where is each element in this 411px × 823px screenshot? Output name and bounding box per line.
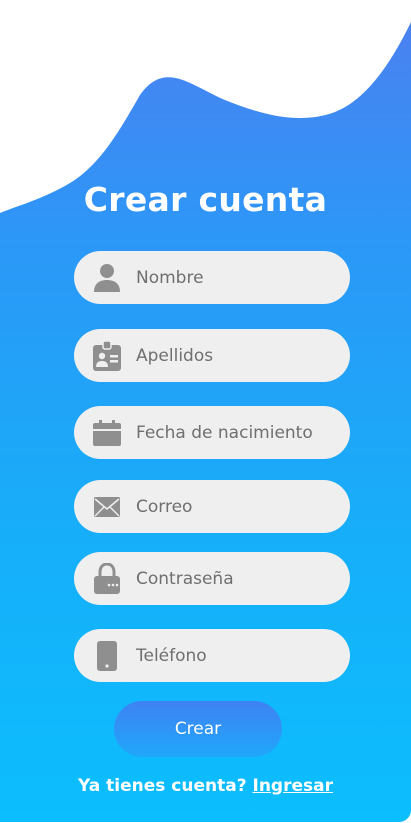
person-icon bbox=[92, 262, 122, 294]
telefono-field[interactable] bbox=[74, 629, 350, 682]
calendar-icon bbox=[92, 417, 122, 449]
login-prompt-text: Ya tienes cuenta? bbox=[78, 776, 247, 796]
register-screen: Crear cuenta Nombre Apellidos Fecha de n… bbox=[0, 0, 411, 823]
page-title: Crear cuenta bbox=[83, 180, 328, 219]
correo-field[interactable] bbox=[74, 480, 350, 533]
phone-icon bbox=[92, 640, 122, 672]
nombre-field[interactable] bbox=[74, 251, 350, 304]
crear-button[interactable]: Crear bbox=[114, 701, 282, 757]
nombre-input[interactable] bbox=[136, 251, 336, 304]
contrasena-field[interactable] bbox=[74, 552, 350, 605]
contrasena-input[interactable] bbox=[136, 552, 336, 605]
telefono-input[interactable] bbox=[136, 629, 336, 682]
form-card: Crear cuenta Nombre Apellidos Fecha de n… bbox=[0, 0, 411, 822]
apellidos-input[interactable] bbox=[136, 329, 336, 382]
fecha-nacimiento-input[interactable] bbox=[136, 406, 336, 459]
correo-input[interactable] bbox=[136, 480, 336, 533]
id-badge-icon bbox=[92, 339, 122, 372]
envelope-icon bbox=[92, 491, 122, 523]
lock-icon bbox=[92, 562, 122, 595]
login-prompt: Ya tienes cuenta? Ingresar bbox=[0, 776, 411, 796]
apellidos-field[interactable] bbox=[74, 329, 350, 382]
ingresar-link[interactable]: Ingresar bbox=[253, 776, 333, 796]
fecha-nacimiento-field[interactable] bbox=[74, 406, 350, 459]
